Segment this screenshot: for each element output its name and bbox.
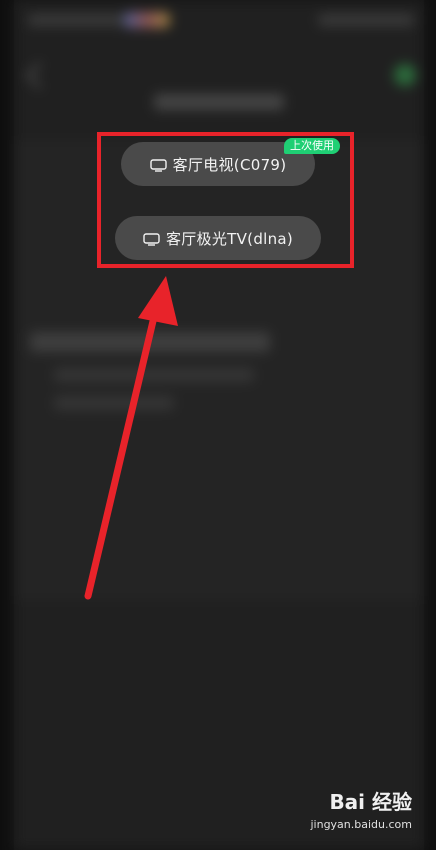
screen: 客厅电视(C079) 上次使用 客厅极光TV(dlna) Bai 经验 jing…	[0, 0, 436, 850]
watermark-url: jingyan.baidu.com	[310, 818, 412, 831]
baidu-logo: Bai 经验	[329, 790, 412, 814]
baidu-watermark: Bai 经验 jingyan.baidu.com	[282, 786, 412, 840]
annotation-arrow	[84, 276, 178, 600]
